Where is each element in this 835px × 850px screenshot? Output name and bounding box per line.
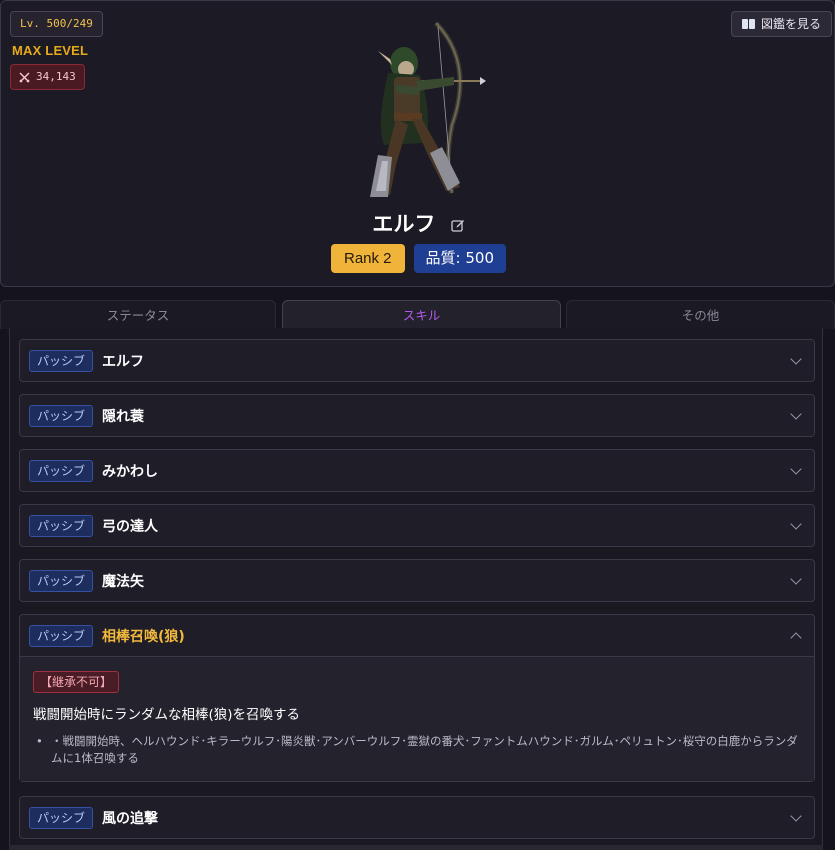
skill-name: エルフ <box>102 353 145 370</box>
rank-badge: Rank 2 <box>331 244 405 273</box>
skill-name: 相棒召喚(狼) <box>102 628 185 645</box>
chevron-down-icon <box>790 463 802 475</box>
skill-type-tag: パッシブ <box>29 459 94 482</box>
power-value: 34,143 <box>36 70 76 83</box>
unit-name: エルフ <box>372 212 436 236</box>
view-encyclopedia-label: 図鑑を見る <box>760 17 821 31</box>
chevron-down-icon <box>790 573 802 585</box>
chevron-up-icon <box>790 632 802 644</box>
skill-item[interactable]: パッシブ 隠れ蓑 <box>19 394 815 437</box>
skill-header[interactable]: パッシブ 相棒召喚(狼) <box>20 615 814 656</box>
skill-name: 魔法矢 <box>102 573 145 590</box>
skill-header[interactable]: パッシブ 風の追撃 <box>20 797 814 838</box>
skill-type-tag: パッシブ <box>29 569 94 592</box>
skill-name: 弓の達人 <box>102 518 159 535</box>
unit-name-row: エルフ <box>1 208 835 238</box>
book-icon <box>741 19 755 29</box>
skill-type-tag: パッシブ <box>29 514 94 537</box>
skill-type-tag: パッシブ <box>29 349 94 372</box>
skill-item[interactable]: パッシブ エルフ <box>19 339 815 382</box>
view-encyclopedia-button[interactable]: 図鑑を見る <box>730 11 832 37</box>
skill-detail-body: 【継承不可】 戦闘開始時にランダムな相棒(狼)を召喚する • ・戦闘開始時、ヘル… <box>20 656 814 781</box>
tab-bar: ステータス スキル その他 <box>0 300 835 329</box>
skill-item[interactable]: パッシブ みかわし <box>19 449 815 492</box>
skill-type-tag: パッシブ <box>29 404 94 427</box>
skill-item[interactable]: パッシブ 風の追撃 <box>19 796 815 839</box>
skill-name: 隠れ蓑 <box>102 408 145 425</box>
non-inheritable-tag: 【継承不可】 <box>33 671 120 693</box>
skill-detail-item: • ・戦闘開始時、ヘルハウンド･キラーウルフ･陽炎獣･アンバーウルフ･霊獄の番犬… <box>33 733 801 767</box>
quality-badge: 品質: 500 <box>413 244 506 273</box>
bullet: • <box>36 734 43 748</box>
skill-name: 風の追撃 <box>102 810 159 827</box>
skill-type-tag: パッシブ <box>29 806 94 829</box>
elf-archer-sprite <box>370 21 486 197</box>
power-badge: 34,143 <box>10 64 85 90</box>
unit-tags: Rank 2 品質: 500 <box>1 244 835 273</box>
skill-header[interactable]: パッシブ 弓の達人 <box>20 505 814 546</box>
skill-type-tag: パッシブ <box>29 624 94 647</box>
skill-name: みかわし <box>102 463 159 480</box>
chevron-down-icon <box>790 353 802 365</box>
panel-bottom-edge <box>9 845 823 850</box>
tab-status[interactable]: ステータス <box>0 300 276 329</box>
chevron-down-icon <box>790 518 802 530</box>
skill-description: 戦闘開始時にランダムな相棒(狼)を召喚する <box>33 707 301 723</box>
max-level-label: MAX LEVEL <box>12 43 89 58</box>
unit-header-card: Lv. 500/249 MAX LEVEL 34,143 図鑑を見る エルフ R… <box>0 0 835 287</box>
tab-skills[interactable]: スキル <box>282 300 561 329</box>
skill-item[interactable]: パッシブ 弓の達人 <box>19 504 815 547</box>
skill-header[interactable]: パッシブ エルフ <box>20 340 814 381</box>
chevron-down-icon <box>790 810 802 822</box>
level-badge: Lv. 500/249 <box>10 11 103 37</box>
skill-detail-text: ・戦闘開始時、ヘルハウンド･キラーウルフ･陽炎獣･アンバーウルフ･霊獄の番犬･フ… <box>51 734 798 765</box>
skill-header[interactable]: パッシブ 隠れ蓑 <box>20 395 814 436</box>
skill-item[interactable]: パッシブ 魔法矢 <box>19 559 815 602</box>
tab-other[interactable]: その他 <box>566 300 835 329</box>
skill-header[interactable]: パッシブ 魔法矢 <box>20 560 814 601</box>
skills-panel: パッシブ エルフ パッシブ 隠れ蓑 パッシブ みかわし パッシブ 弓の達人 パッ… <box>9 328 823 850</box>
chevron-down-icon <box>790 408 802 420</box>
skill-item-expanded[interactable]: パッシブ 相棒召喚(狼) 【継承不可】 戦闘開始時にランダムな相棒(狼)を召喚す… <box>19 614 815 782</box>
edit-icon[interactable] <box>451 218 465 232</box>
skill-header[interactable]: パッシブ みかわし <box>20 450 814 491</box>
crossed-swords-icon <box>19 71 30 83</box>
